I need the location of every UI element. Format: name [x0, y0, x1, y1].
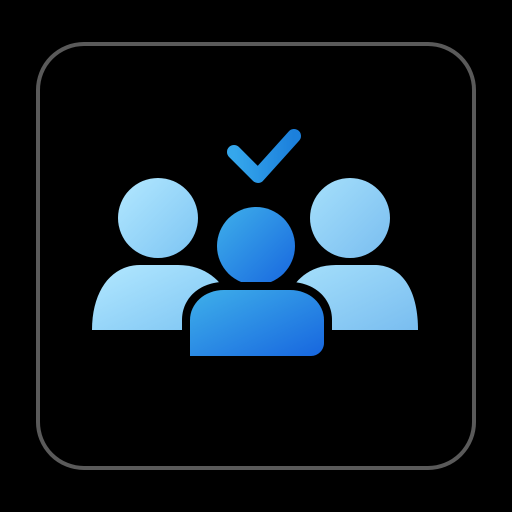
group-approved-icon [36, 42, 476, 470]
app-icon-tile[interactable] [0, 0, 512, 512]
